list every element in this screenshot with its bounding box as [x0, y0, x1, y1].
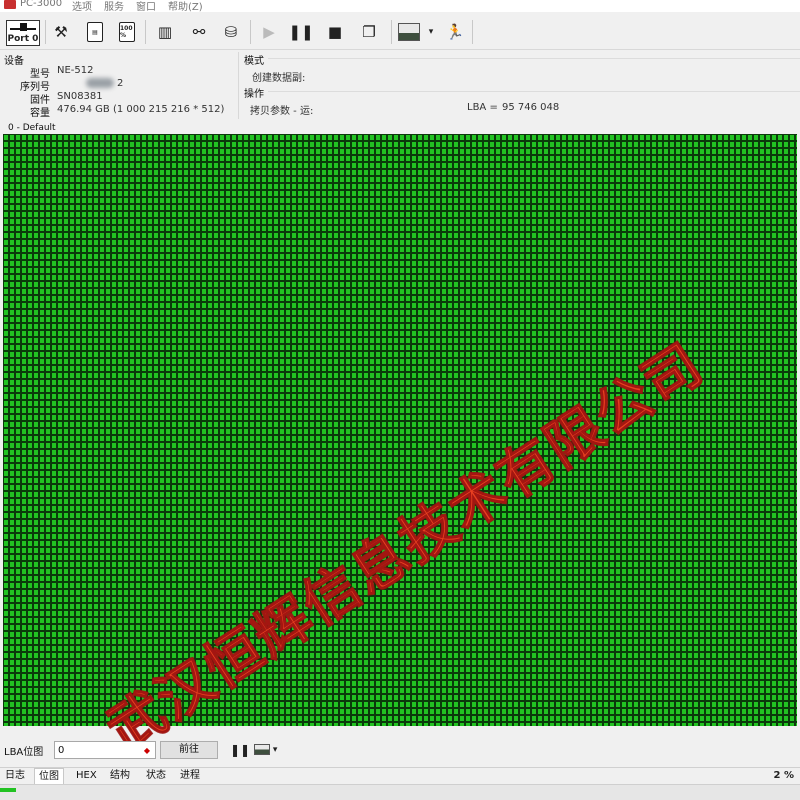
map-pause-button[interactable]: ❚❚ [230, 741, 251, 759]
toolbar: Port 0 ⚒ ▤ 100 % ▥ ⚯ ⛁ ▶ ❚❚ ■ ❐ ▾ 🏃 [0, 14, 800, 50]
running-man-icon: 🏃 [445, 23, 465, 41]
capacity-label: 容量 [30, 108, 50, 119]
sector-map-grid [3, 134, 797, 726]
sd-card-icon: ▤ [87, 22, 103, 42]
operation-group-line [268, 91, 800, 92]
toolbar-separator [45, 20, 46, 44]
progress-bar-fill [0, 788, 16, 792]
lba-nav-bar: LBA位图 ◆ 前往 ❚❚ ▾ [0, 732, 800, 766]
menu-options[interactable]: 选项 [72, 0, 92, 13]
serial-value-suffix: 2 [117, 78, 124, 89]
disk-export-button[interactable]: ⛁ [218, 19, 244, 45]
lba-label: LBA = [467, 102, 498, 113]
run-script-button[interactable]: 🏃 [442, 19, 468, 45]
serial-redaction [86, 78, 114, 88]
capacity-value: 476.94 GB (1 000 215 216 * 512) [57, 104, 225, 115]
menu-window[interactable]: 窗口 [136, 0, 156, 13]
play-icon: ▶ [263, 23, 275, 41]
tab-bitmap[interactable]: 位图 [34, 768, 64, 784]
lba-map-label: LBA位图 [4, 747, 44, 758]
dropdown-icon: ▾ [272, 745, 278, 755]
stop-button[interactable]: ■ [322, 19, 348, 45]
dropdown-icon: ▾ [428, 27, 434, 37]
binoculars-icon: ⚯ [192, 23, 206, 41]
map-view-icon [254, 744, 270, 755]
port0-button[interactable]: Port 0 [6, 20, 40, 46]
pause-button[interactable]: ❚❚ [288, 19, 314, 45]
copy-windows-button[interactable]: ❐ [356, 19, 382, 45]
mode-group-line [268, 58, 800, 59]
tab-hex[interactable]: HEX [72, 768, 101, 784]
tab-process[interactable]: 进程 [176, 768, 204, 784]
toolbar-separator [250, 20, 251, 44]
pause-icon: ❚❚ [288, 23, 314, 41]
mode-group-label: 模式 [244, 56, 264, 67]
sd-card-button[interactable]: ▤ [82, 19, 108, 45]
map-title: 0 - Default [8, 123, 56, 133]
goto-button[interactable]: 前往 [160, 741, 218, 759]
stop-icon: ■ [327, 23, 343, 41]
mode-value: 创建数据副: [252, 73, 306, 84]
pause-icon: ❚❚ [230, 743, 251, 757]
disk-export-icon: ⛁ [224, 23, 238, 41]
menu-bar: PC-3000 选项 服务 窗口 帮助(Z) [0, 0, 800, 13]
lba-value: 95 746 048 [502, 102, 560, 113]
sector-map[interactable]: 武汉恒辉信息技术有限公司 [3, 134, 797, 766]
tools-button[interactable]: ⚒ [48, 19, 74, 45]
firmware-value: SN08381 [57, 91, 103, 102]
toolbar-separator [391, 20, 392, 44]
percent-doc-icon: 100 % [119, 22, 135, 42]
percent-doc-button[interactable]: 100 % [114, 19, 140, 45]
toolbar-separator [145, 20, 146, 44]
menu-help[interactable]: 帮助(Z) [168, 0, 203, 13]
progress-percent: 2 % [773, 770, 794, 781]
sector-cells [3, 134, 797, 726]
tab-log[interactable]: 日志 [1, 768, 29, 784]
panel-divider [238, 52, 239, 119]
tab-status[interactable]: 状态 [142, 768, 170, 784]
tab-bar: 日志 位图 HEX 结构 状态 进程 2 % [0, 767, 800, 784]
menu-service[interactable]: 服务 [104, 0, 124, 13]
model-value: NE-512 [57, 65, 94, 76]
view-dropdown-button[interactable]: ▾ [422, 19, 440, 45]
port-label: Port 0 [7, 34, 39, 44]
operation-value: 拷贝参数 - 运: [250, 106, 314, 117]
toolbar-separator [472, 20, 473, 44]
operation-group-label: 操作 [244, 89, 264, 100]
disk-info-button[interactable]: ▥ [152, 19, 178, 45]
tools-icon: ⚒ [54, 23, 68, 41]
status-bar [0, 784, 800, 800]
search-button[interactable]: ⚯ [186, 19, 212, 45]
disk-info-icon: ▥ [157, 23, 173, 41]
map-view-dropdown[interactable]: ▾ [254, 741, 290, 759]
info-panel: 设备 型号 NE-512 序列号 2 固件 SN08381 容量 476.94 … [0, 52, 800, 119]
map-view-icon[interactable] [398, 23, 420, 41]
copy-windows-icon: ❐ [362, 23, 376, 41]
tab-structure[interactable]: 结构 [106, 768, 134, 784]
plug-icon [20, 23, 27, 31]
app-logo-icon [4, 0, 16, 9]
lba-spin-icon[interactable]: ◆ [140, 743, 154, 757]
play-button[interactable]: ▶ [256, 19, 282, 45]
app-title: PC-3000 [20, 0, 63, 9]
